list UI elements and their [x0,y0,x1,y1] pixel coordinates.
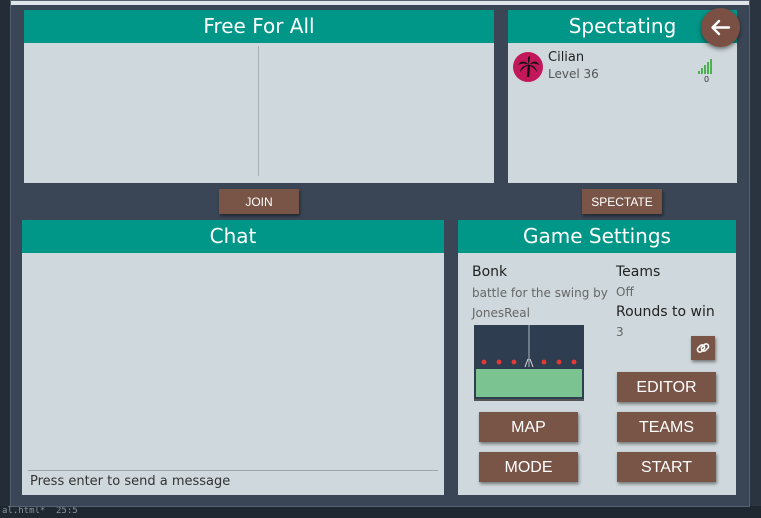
editor-button[interactable]: EDITOR [617,372,716,402]
map-button[interactable]: MAP [479,412,578,442]
player-name: Cilian [548,50,585,65]
player-avatar [513,52,543,82]
teams-value: Off [616,285,634,299]
game-settings-title: Game Settings [458,220,736,253]
arrow-left-icon [711,19,731,36]
team-divider [258,46,259,176]
mode-button[interactable]: MODE [479,452,578,482]
teams-button[interactable]: TEAMS [617,412,716,442]
link-icon [696,343,710,353]
join-button[interactable]: JOIN [219,189,299,214]
connection-signal-icon [698,59,712,74]
background-status-bar: al.html* 25:5 [0,506,761,518]
map-preview [474,325,584,401]
palm-tree-icon [518,56,539,78]
back-button[interactable] [701,8,740,47]
background-left-strip [0,0,10,518]
rounds-label: Rounds to win [616,304,715,320]
background-right-strip [749,0,761,518]
start-button[interactable]: START [617,452,716,482]
map-name: battle for the swing by [472,286,608,300]
player-level: Level 36 [548,67,599,81]
chat-panel: Chat Press enter to send a message [22,220,444,495]
free-for-all-title: Free For All [24,10,494,43]
chat-title: Chat [22,220,444,253]
copy-link-button[interactable] [691,336,715,360]
rounds-value: 3 [616,325,624,339]
teams-label: Teams [616,264,661,280]
spectate-button[interactable]: SPECTATE [582,189,662,214]
map-author: JonesReal [472,306,530,320]
mode-name: Bonk [472,264,508,280]
map-preview-image [474,325,584,399]
background-status-label: 25:5 [56,506,78,516]
background-file-label: al.html* [2,506,46,516]
chat-input[interactable]: Press enter to send a message [28,470,438,492]
free-for-all-panel: Free For All [24,10,494,183]
top-bar [11,1,749,5]
player-ping: 0 [704,75,710,84]
